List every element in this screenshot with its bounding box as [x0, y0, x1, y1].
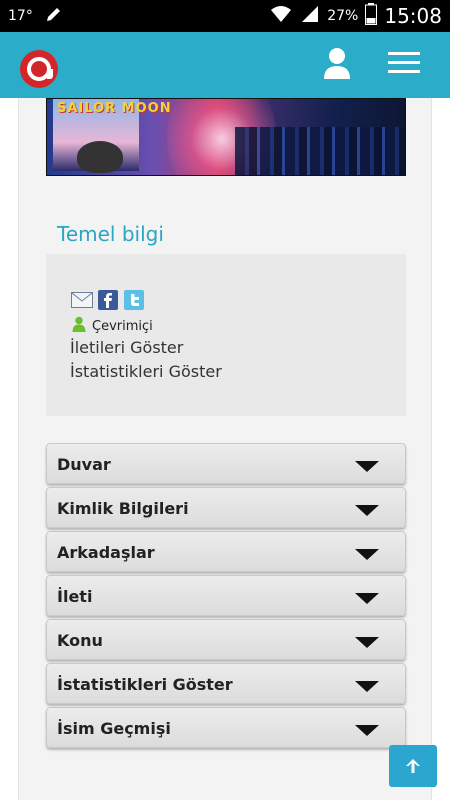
chevron-down-icon [355, 549, 379, 560]
clock: 15:08 [384, 4, 442, 28]
online-user-icon [72, 316, 86, 336]
profile-accordion: Duvar Kimlik Bilgileri Arkadaşlar İleti … [46, 443, 406, 751]
status-bar: 17° 27% 15:08 [0, 0, 450, 32]
app-header [0, 32, 450, 98]
chevron-down-icon [355, 593, 379, 604]
signal-icon [300, 5, 320, 27]
social-links [71, 290, 145, 310]
chevron-down-icon [355, 505, 379, 516]
accordion-item-friends[interactable]: Arkadaşlar [46, 531, 406, 572]
facebook-icon[interactable] [97, 290, 119, 310]
profile-banner-image: SAILOR MOON [46, 98, 406, 176]
profile-page: SAILOR MOON Temel bilgi Çevrimiçi İletil… [18, 98, 432, 800]
user-icon[interactable] [322, 46, 352, 80]
accordion-item-wall[interactable]: Duvar [46, 443, 406, 484]
show-stats-link[interactable]: İstatistikleri Göster [70, 362, 222, 381]
hamburger-menu-icon[interactable] [388, 50, 420, 76]
accordion-label: İleti [57, 587, 93, 606]
accordion-item-topics[interactable]: Konu [46, 619, 406, 660]
accordion-label: Konu [57, 631, 103, 650]
accordion-label: Kimlik Bilgileri [57, 499, 189, 518]
twitter-icon[interactable] [123, 290, 145, 310]
scroll-to-top-button[interactable] [389, 745, 437, 787]
arrow-up-icon [406, 759, 420, 773]
chevron-down-icon [355, 681, 379, 692]
chevron-down-icon [355, 725, 379, 736]
accordion-item-statistics[interactable]: İstatistikleri Göster [46, 663, 406, 704]
battery-percent: 27% [327, 8, 359, 24]
accordion-label: Arkadaşlar [57, 543, 155, 562]
show-posts-link[interactable]: İletileri Göster [70, 338, 183, 357]
edit-icon [45, 5, 63, 27]
accordion-item-name-history[interactable]: İsim Geçmişi [46, 707, 406, 748]
chevron-down-icon [355, 461, 379, 472]
section-title: Temel bilgi [57, 222, 164, 246]
email-icon[interactable] [71, 290, 93, 310]
online-status-label: Çevrimiçi [92, 318, 153, 334]
temperature: 17° [8, 8, 33, 24]
wifi-icon [269, 4, 293, 28]
logo-icon[interactable] [20, 50, 58, 88]
banner-poster-text: SAILOR MOON [57, 101, 172, 116]
accordion-label: Duvar [57, 455, 111, 474]
accordion-item-identity[interactable]: Kimlik Bilgileri [46, 487, 406, 528]
battery-icon [365, 3, 378, 29]
online-status: Çevrimiçi [72, 316, 153, 336]
accordion-label: İstatistikleri Göster [57, 675, 233, 694]
accordion-label: İsim Geçmişi [57, 719, 171, 738]
basic-info-box: Çevrimiçi İletileri Göster İstatistikler… [46, 254, 406, 416]
accordion-item-posts[interactable]: İleti [46, 575, 406, 616]
chevron-down-icon [355, 637, 379, 648]
